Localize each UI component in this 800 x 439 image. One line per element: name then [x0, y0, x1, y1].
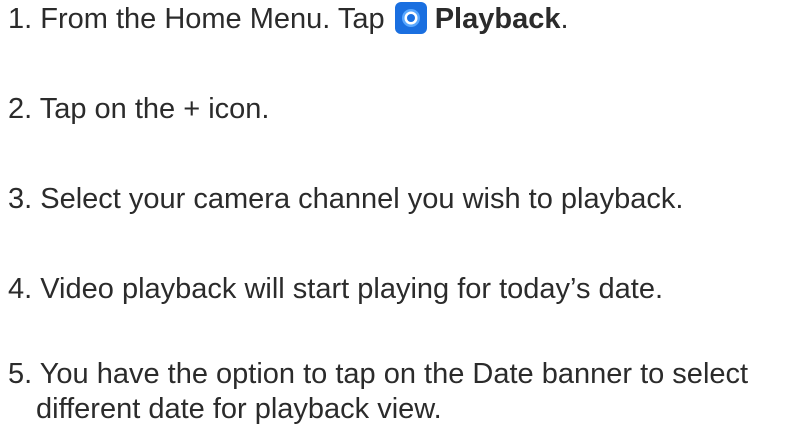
step-1-bold-text: Playback	[434, 3, 561, 35]
step-1-text-after: .	[560, 3, 569, 35]
step-1: 1. From the Home Menu. Tap Playback.	[8, 2, 796, 37]
step-1-text-before: 1. From the Home Menu. Tap	[8, 3, 393, 35]
step-2: 2. Tap on the + icon.	[8, 93, 270, 125]
step-5: 5. You have the option to tap on the Dat…	[8, 358, 749, 425]
instructions-page: 1. From the Home Menu. Tap Playback. 2. …	[0, 0, 800, 439]
step-4: 4. Video playback will start playing for…	[8, 273, 664, 305]
step-3: 3. Select your camera channel you wish t…	[8, 183, 684, 215]
playback-app-icon	[394, 2, 427, 34]
